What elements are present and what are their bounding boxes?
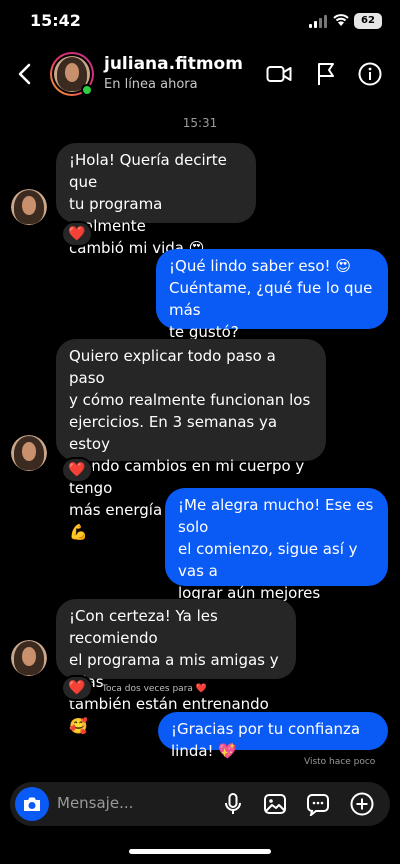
incoming-message[interactable]: Quiero explicar todo paso a paso y cómo … [56,339,326,541]
chat-header: juliana.fitmom En línea ahora [0,44,400,104]
heart-reaction[interactable]: ❤️ [61,457,93,483]
double-tap-hint: Toca dos veces para ❤️ [102,684,207,694]
heart-reaction[interactable]: ❤️ [61,675,93,701]
signal-icon [309,15,327,28]
heart-reaction[interactable]: ❤️ [61,221,93,247]
home-indicator[interactable] [129,849,271,854]
camera-button[interactable] [15,787,49,821]
wifi-icon [333,14,349,26]
video-call-icon[interactable] [266,63,292,85]
battery-indicator: 62 [354,13,382,29]
message-input[interactable]: Mensaje... [57,794,133,812]
contact-status: En línea ahora [104,77,198,92]
incoming-message[interactable]: ¡Hola! Quería decirte que tu programa re… [56,143,256,257]
add-icon[interactable] [350,792,374,816]
seen-receipt: Visto hace poco [304,757,376,767]
chat-timestamp: 15:31 [182,116,218,130]
outgoing-message[interactable]: ¡Gracias por tu confianza linda! 💖 [158,712,388,760]
back-arrow-icon[interactable] [14,62,36,86]
sticker-icon[interactable] [306,792,330,816]
contact-name[interactable]: juliana.fitmom [104,54,243,74]
info-icon[interactable] [358,62,382,86]
status-bar: 15:42 62 [0,0,400,44]
sender-avatar[interactable] [11,435,47,471]
gallery-icon[interactable] [263,792,287,816]
status-time: 15:42 [30,11,81,30]
microphone-icon[interactable] [221,792,245,816]
camera-icon [24,797,40,811]
flag-icon[interactable] [316,62,336,86]
incoming-message[interactable]: ¡Con certeza! Ya les recomiendo el progr… [56,599,296,735]
sender-avatar[interactable] [11,189,47,225]
outgoing-message[interactable]: ¡Qué lindo saber eso! 😍 Cuéntame, ¿qué f… [156,249,388,341]
message-composer: Mensaje... [10,782,390,826]
online-indicator [81,84,93,96]
sender-avatar[interactable] [11,640,47,676]
outgoing-message[interactable]: ¡Me alegra mucho! Ese es solo el comienz… [165,488,388,646]
